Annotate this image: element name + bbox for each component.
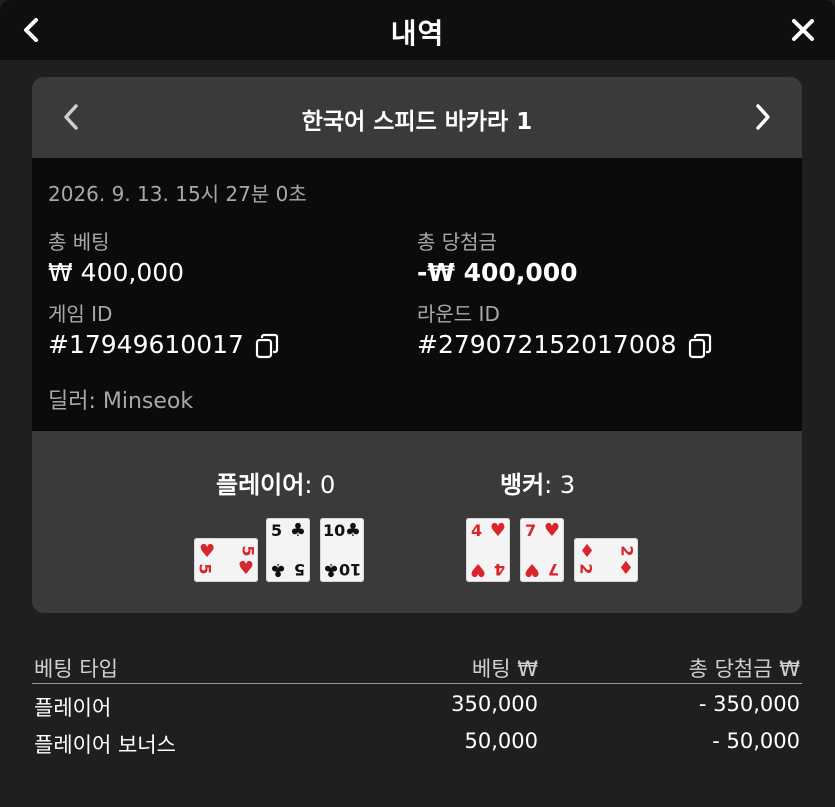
card-rank: 10 (323, 521, 346, 540)
card-rank: 5 (293, 560, 305, 579)
table-header: 베팅 타입 베팅 ₩ 총 당첨금 ₩ (32, 645, 802, 684)
heart-icon: ♥ (470, 559, 487, 580)
bet-amount-cell: 350,000 (451, 692, 538, 716)
player-card-1: 5 ♥ ♥ 5 (194, 538, 258, 582)
player-card-3: 10 ♣ ♣ 10 (320, 518, 364, 582)
bet-type-header: 베팅 타입 (34, 657, 118, 681)
club-icon: ♣ (323, 559, 340, 580)
total-bet-value: ₩ 400,000 (48, 258, 185, 287)
player-score-value: : 0 (304, 471, 336, 499)
game-id-label: 게임 ID (48, 302, 113, 326)
round-datetime: 2026. 9. 13. 15시 27분 0초 (48, 182, 307, 206)
round-id-value: #279072152017008 (417, 330, 677, 359)
banker-card-1: 4 ♥ ♥ 4 (466, 518, 510, 582)
card-rank: 2 (576, 563, 596, 575)
total-bet-label: 총 베팅 (48, 230, 110, 254)
page-title: 내역 (390, 17, 445, 50)
banker-score: 뱅커: 3 (500, 465, 575, 500)
heart-icon: ♥ (543, 520, 560, 541)
bet-amount-cell: 50,000 (464, 729, 538, 753)
header-bar: 내역 (0, 0, 835, 60)
heart-icon: ♥ (199, 541, 216, 562)
dealer-name: 딜러: Minseok (48, 389, 194, 414)
total-win-label: 총 당첨금 (417, 230, 497, 254)
next-game-button[interactable] (744, 99, 780, 135)
heart-icon: ♥ (524, 559, 541, 580)
table-row: 플레이어 보너스 50,000 - 50,000 (32, 721, 802, 758)
heart-icon: ♥ (489, 520, 506, 541)
card-rank: 7 (547, 560, 559, 579)
table-row: 플레이어 350,000 - 350,000 (32, 684, 802, 721)
history-card: 한국어 스피드 바카라 1 2026. 9. 13. 15시 27분 0초 총 … (32, 77, 802, 613)
player-card-2: 5 ♣ ♣ 5 (266, 518, 310, 582)
heart-icon: ♥ (237, 558, 254, 579)
round-details: 2026. 9. 13. 15시 27분 0초 총 베팅 ₩ 400,000 총… (32, 158, 802, 431)
round-id-row: #279072152017008 (417, 330, 713, 359)
card-rank: 5 (271, 521, 283, 540)
total-win-value: -₩ 400,000 (417, 258, 578, 287)
game-id-value: #17949610017 (48, 330, 244, 359)
card-rank: 2 (617, 545, 637, 557)
close-icon[interactable] (785, 12, 821, 48)
banker-card-3: 2 ♦ ♦ 2 (574, 538, 638, 582)
diamond-icon: ♦ (579, 541, 596, 562)
card-rank: 4 (493, 560, 505, 579)
player-score: 플레이어: 0 (216, 465, 335, 500)
win-amount-cell: - 50,000 (712, 729, 800, 753)
diamond-icon: ♦ (617, 558, 634, 579)
bets-table: 베팅 타입 베팅 ₩ 총 당첨금 ₩ 플레이어 350,000 - 350,00… (32, 645, 802, 758)
card-rank: 5 (238, 545, 258, 557)
club-icon: ♣ (270, 559, 287, 580)
banker-score-value: : 3 (544, 471, 576, 499)
game-id-row: #17949610017 (48, 330, 280, 359)
bet-amount-header: 베팅 ₩ (471, 657, 538, 681)
club-icon: ♣ (344, 520, 361, 541)
bet-type-cell: 플레이어 보너스 (34, 733, 176, 757)
banker-card-2: 7 ♥ ♥ 7 (520, 518, 564, 582)
player-label: 플레이어 (216, 471, 305, 499)
card-rank: 10 (338, 560, 361, 579)
card-rank: 4 (471, 521, 483, 540)
total-win-header: 총 당첨금 ₩ (688, 657, 800, 681)
club-icon: ♣ (289, 520, 306, 541)
banker-label: 뱅커 (500, 471, 545, 499)
bet-type-cell: 플레이어 (34, 696, 112, 720)
hands-result: 플레이어: 0 뱅커: 3 5 ♥ ♥ 5 5 ♣ ♣ 5 10 ♣ ♣ 10 … (32, 431, 802, 613)
copy-round-id-icon[interactable] (687, 333, 713, 359)
game-nav: 한국어 스피드 바카라 1 (32, 77, 802, 158)
card-rank: 7 (525, 521, 537, 540)
win-amount-cell: - 350,000 (698, 692, 800, 716)
copy-game-id-icon[interactable] (254, 333, 280, 359)
round-id-label: 라운드 ID (417, 302, 500, 326)
game-name: 한국어 스피드 바카라 1 (301, 109, 533, 135)
card-rank: 5 (195, 563, 215, 575)
